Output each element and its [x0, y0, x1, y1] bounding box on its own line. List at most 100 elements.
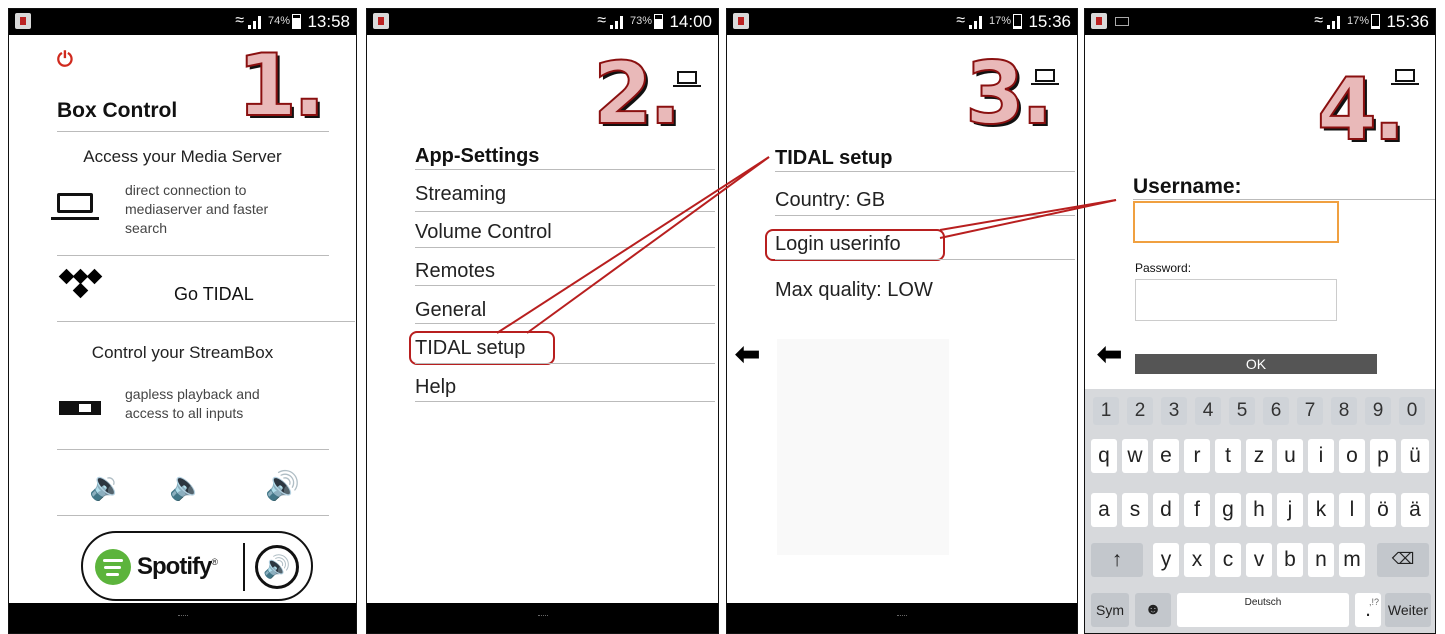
key-0[interactable]: 0 — [1399, 397, 1425, 425]
menu-item-volume-control[interactable]: Volume Control — [415, 221, 552, 244]
laptop-icon — [57, 193, 93, 213]
volume-up-icon[interactable]: 🔊 — [265, 469, 300, 502]
media-server-link[interactable]: direct connection to mediaserver and fas… — [125, 181, 268, 238]
back-arrow-icon[interactable]: ⬅ — [735, 337, 760, 372]
key-h[interactable]: h — [1246, 493, 1272, 527]
divider — [775, 259, 1075, 260]
key-y[interactable]: y — [1153, 543, 1179, 577]
status-bar: ≈ 17% 15:36 — [1085, 9, 1435, 35]
streambox-heading: Control your StreamBox — [91, 343, 274, 362]
key-8[interactable]: 8 — [1331, 397, 1357, 425]
divider — [415, 169, 715, 170]
country-setting[interactable]: Country: GB — [775, 189, 885, 212]
sym-key[interactable]: Sym — [1091, 593, 1129, 627]
media-server-heading: Access your Media Server — [83, 147, 282, 166]
divider — [57, 131, 329, 132]
menu-item-help[interactable]: Help — [415, 376, 456, 399]
key-r[interactable]: r — [1184, 439, 1210, 473]
mute-icon[interactable]: 🔈 — [169, 469, 204, 502]
battery-icon — [1013, 14, 1022, 29]
key-1[interactable]: 1 — [1093, 397, 1119, 425]
tidal-setup-header: TIDAL setup — [775, 147, 893, 169]
divider — [775, 215, 1075, 216]
nav-bar — [9, 603, 356, 633]
media-server-desc-line: direct connection to — [125, 182, 247, 198]
streambox-icon — [59, 401, 101, 415]
key-4[interactable]: 4 — [1195, 397, 1221, 425]
shift-key[interactable]: ↑ — [1091, 543, 1143, 577]
laptop-base — [51, 217, 99, 220]
space-key[interactable]: Deutsch — [1177, 593, 1349, 627]
key-d[interactable]: d — [1153, 493, 1179, 527]
signal-icon — [1327, 15, 1341, 29]
laptop-icon[interactable] — [673, 71, 701, 87]
spotify-connect-button[interactable]: Spotify® 🔊 — [81, 531, 313, 601]
laptop-icon[interactable] — [1391, 69, 1419, 85]
period-key[interactable]: .,!? — [1355, 593, 1381, 627]
emoji-key[interactable]: ☻ — [1135, 593, 1171, 627]
key-g[interactable]: g — [1215, 493, 1241, 527]
key-oe[interactable]: ö — [1370, 493, 1396, 527]
menu-item-remotes[interactable]: Remotes — [415, 260, 495, 283]
key-c[interactable]: c — [1215, 543, 1241, 577]
battery-icon — [1371, 14, 1380, 29]
key-b[interactable]: b — [1277, 543, 1303, 577]
username-label: Username: — [1133, 175, 1242, 198]
key-e[interactable]: e — [1153, 439, 1179, 473]
username-input[interactable] — [1133, 201, 1339, 243]
key-l[interactable]: l — [1339, 493, 1365, 527]
highlight-outline — [409, 331, 555, 365]
battery-percent: 17% — [1346, 15, 1369, 27]
ok-button[interactable]: OK — [1135, 354, 1377, 374]
menu-item-general[interactable]: General — [415, 299, 486, 322]
media-server-desc-line: search — [125, 220, 168, 236]
key-v[interactable]: v — [1246, 543, 1272, 577]
signal-icon — [610, 15, 624, 29]
key-w[interactable]: w — [1122, 439, 1148, 473]
laptop-icon[interactable] — [1031, 69, 1059, 85]
back-arrow-icon[interactable]: ⬅ — [1097, 337, 1122, 372]
key-5[interactable]: 5 — [1229, 397, 1255, 425]
key-f[interactable]: f — [1184, 493, 1210, 527]
key-2[interactable]: 2 — [1127, 397, 1153, 425]
divider — [415, 401, 715, 402]
key-x[interactable]: x — [1184, 543, 1210, 577]
max-quality-setting[interactable]: Max quality: LOW — [775, 279, 933, 302]
key-a[interactable]: a — [1091, 493, 1117, 527]
key-s[interactable]: s — [1122, 493, 1148, 527]
clock: 13:58 — [307, 12, 350, 31]
key-m[interactable]: m — [1339, 543, 1365, 577]
key-ae[interactable]: ä — [1401, 493, 1429, 527]
next-key[interactable]: Weiter — [1385, 593, 1431, 627]
backspace-key[interactable]: ⌫ — [1377, 543, 1429, 577]
key-k[interactable]: k — [1308, 493, 1334, 527]
key-q[interactable]: q — [1091, 439, 1117, 473]
phone-screen-app-settings: ≈ 73% 14:00 2. App-Settings Streaming Vo… — [366, 8, 719, 634]
clock: 15:36 — [1028, 12, 1071, 31]
divider — [57, 255, 329, 256]
streambox-link[interactable]: gapless playback and access to all input… — [125, 385, 260, 423]
battery-percent: 17% — [988, 15, 1011, 27]
app-notification-icon — [1091, 13, 1107, 29]
key-t[interactable]: t — [1215, 439, 1241, 473]
key-i[interactable]: i — [1308, 439, 1334, 473]
key-9[interactable]: 9 — [1365, 397, 1391, 425]
power-icon[interactable]: ⏻ — [57, 49, 73, 72]
key-3[interactable]: 3 — [1161, 397, 1187, 425]
key-n[interactable]: n — [1308, 543, 1334, 577]
key-p[interactable]: p — [1370, 439, 1396, 473]
go-tidal-button[interactable]: Go TIDAL — [174, 284, 254, 305]
menu-item-streaming[interactable]: Streaming — [415, 183, 506, 206]
divider — [415, 285, 715, 286]
key-u[interactable]: u — [1277, 439, 1303, 473]
key-7[interactable]: 7 — [1297, 397, 1323, 425]
period-key-hint: ,!? — [1368, 597, 1379, 607]
key-z[interactable]: z — [1246, 439, 1272, 473]
clock: 15:36 — [1386, 12, 1429, 31]
key-o[interactable]: o — [1339, 439, 1365, 473]
password-input[interactable] — [1135, 279, 1337, 321]
key-6[interactable]: 6 — [1263, 397, 1289, 425]
key-ue[interactable]: ü — [1401, 439, 1429, 473]
key-j[interactable]: j — [1277, 493, 1303, 527]
volume-down-icon[interactable]: 🔉 — [89, 469, 124, 502]
